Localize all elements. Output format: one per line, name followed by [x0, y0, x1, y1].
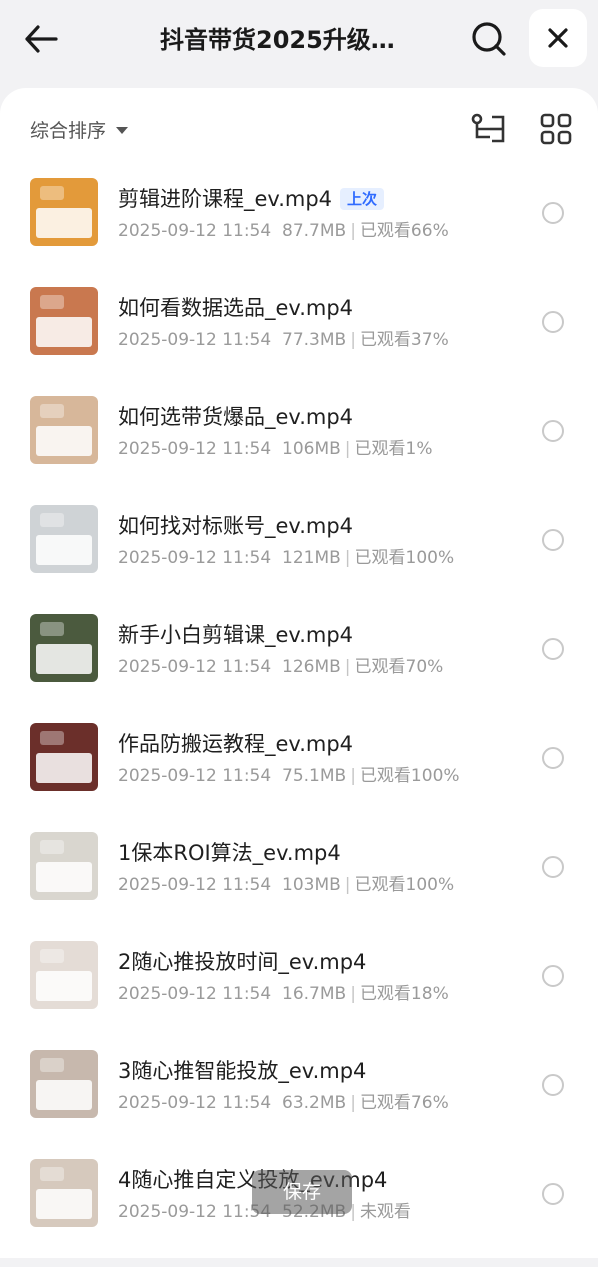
file-list-panel: 综合排序 剪辑进阶课程_ev.mp4 上次 2025-09-12 11:54 8…: [0, 88, 598, 1258]
file-date: 2025-09-12 11:54: [118, 984, 272, 1004]
back-button[interactable]: [20, 18, 62, 60]
watch-status: 已观看100%: [354, 548, 455, 568]
sort-label: 综合排序: [30, 119, 107, 142]
list-item[interactable]: 如何选带货爆品_ev.mp4 2025-09-12 11:54 106MB | 已观…: [0, 396, 598, 504]
file-size: 75.1MB: [282, 766, 347, 786]
grid-view-button[interactable]: [540, 112, 572, 146]
top-bar: 抖音带货2025升级…: [0, 0, 598, 84]
file-meta: 2025-09-12 11:54 75.1MB | 已观看100%: [118, 766, 460, 786]
search-button[interactable]: [468, 18, 510, 60]
file-size: 87.7MB: [282, 221, 347, 241]
video-thumbnail: [30, 723, 98, 791]
file-meta: 2025-09-12 11:54 77.3MB | 已观看37%: [118, 330, 449, 350]
sort-dropdown[interactable]: 综合排序: [30, 114, 129, 144]
grid-view-icon: [540, 113, 572, 145]
select-radio[interactable]: [542, 1074, 564, 1096]
file-meta: 2025-09-12 11:54 121MB | 已观看100%: [118, 548, 455, 568]
watch-status: 已观看18%: [359, 984, 449, 1004]
list-item[interactable]: 2随心推投放时间_ev.mp4 2025-09-12 11:54 16.7MB |…: [0, 941, 598, 1049]
file-date: 2025-09-12 11:54: [118, 439, 272, 459]
arrow-left-icon: [25, 25, 58, 53]
file-meta: 2025-09-12 11:54 106MB | 已观看1%: [118, 439, 433, 459]
file-name: 新手小白剪辑课_ev.mp4: [118, 623, 354, 647]
select-radio[interactable]: [542, 420, 564, 442]
select-radio[interactable]: [542, 638, 564, 660]
tree-view-icon: [471, 113, 505, 143]
file-meta: 2025-09-12 11:54 103MB | 已观看100%: [118, 875, 455, 895]
video-thumbnail: [30, 396, 98, 464]
watch-status: 已观看1%: [354, 439, 433, 459]
tree-view-button[interactable]: [470, 112, 506, 146]
video-thumbnail: [30, 941, 98, 1009]
file-meta: 2025-09-12 11:54 87.7MB | 已观看66%: [118, 221, 449, 241]
file-size: 103MB: [282, 875, 341, 895]
video-thumbnail: [30, 614, 98, 682]
select-radio[interactable]: [542, 202, 564, 224]
video-thumbnail: [30, 287, 98, 355]
list-item[interactable]: 剪辑进阶课程_ev.mp4 上次 2025-09-12 11:54 87.7MB…: [0, 178, 598, 286]
file-date: 2025-09-12 11:54: [118, 221, 272, 241]
list-item[interactable]: 1保本ROI算法_ev.mp4 2025-09-12 11:54 103MB | 已…: [0, 832, 598, 940]
file-name: 1保本ROI算法_ev.mp4: [118, 841, 341, 865]
file-size: 106MB: [282, 439, 341, 459]
file-meta: 2025-09-12 11:54 16.7MB | 已观看18%: [118, 984, 449, 1004]
list-item[interactable]: 作品防搬运教程_ev.mp4 2025-09-12 11:54 75.1MB | 已…: [0, 723, 598, 831]
file-size: 16.7MB: [282, 984, 347, 1004]
file-date: 2025-09-12 11:54: [118, 1202, 272, 1222]
file-name: 3随心推智能投放_ev.mp4: [118, 1059, 367, 1083]
list-item[interactable]: 如何找对标账号_ev.mp4 2025-09-12 11:54 121MB | 已观…: [0, 505, 598, 613]
file-size: 126MB: [282, 657, 341, 677]
file-date: 2025-09-12 11:54: [118, 875, 272, 895]
file-name: 2随心推投放时间_ev.mp4: [118, 950, 367, 974]
watch-status: 已观看66%: [359, 221, 449, 241]
file-name: 如何找对标账号_ev.mp4: [118, 514, 354, 538]
list-item[interactable]: 如何看数据选品_ev.mp4 2025-09-12 11:54 77.3MB | 已…: [0, 287, 598, 395]
save-button[interactable]: 保存: [252, 1170, 352, 1214]
select-radio[interactable]: [542, 965, 564, 987]
select-radio[interactable]: [542, 856, 564, 878]
file-date: 2025-09-12 11:54: [118, 330, 272, 350]
video-thumbnail: [30, 832, 98, 900]
file-name: 如何选带货爆品_ev.mp4: [118, 405, 354, 429]
watch-status: 已观看100%: [359, 766, 460, 786]
watch-status: 已观看70%: [354, 657, 444, 677]
search-icon: [472, 22, 506, 56]
file-meta: 2025-09-12 11:54 63.2MB | 已观看76%: [118, 1093, 449, 1113]
close-button[interactable]: [529, 9, 587, 67]
close-icon: [548, 28, 568, 48]
select-radio[interactable]: [542, 747, 564, 769]
page-title: 抖音带货2025升级…: [160, 26, 395, 54]
list-item[interactable]: 3随心推智能投放_ev.mp4 2025-09-12 11:54 63.2MB |…: [0, 1050, 598, 1158]
file-name: 作品防搬运教程_ev.mp4: [118, 732, 354, 756]
file-date: 2025-09-12 11:54: [118, 766, 272, 786]
select-radio[interactable]: [542, 529, 564, 551]
watch-status: 已观看100%: [354, 875, 455, 895]
caret-down-icon: [116, 126, 129, 134]
video-thumbnail: [30, 505, 98, 573]
video-thumbnail: [30, 1159, 98, 1227]
file-date: 2025-09-12 11:54: [118, 548, 272, 568]
file-size: 121MB: [282, 548, 341, 568]
video-thumbnail: [30, 1050, 98, 1118]
watch-status: 未观看: [359, 1202, 411, 1222]
file-name: 如何看数据选品_ev.mp4: [118, 296, 354, 320]
file-size: 77.3MB: [282, 330, 347, 350]
file-meta: 2025-09-12 11:54 126MB | 已观看70%: [118, 657, 444, 677]
select-radio[interactable]: [542, 311, 564, 333]
select-radio[interactable]: [542, 1183, 564, 1205]
list-item[interactable]: 新手小白剪辑课_ev.mp4 2025-09-12 11:54 126MB | 已观…: [0, 614, 598, 722]
last-viewed-badge: 上次: [340, 188, 385, 210]
video-thumbnail: [30, 178, 98, 246]
file-name: 剪辑进阶课程_ev.mp4 上次: [118, 184, 385, 214]
watch-status: 已观看37%: [359, 330, 449, 350]
file-size: 63.2MB: [282, 1093, 347, 1113]
file-date: 2025-09-12 11:54: [118, 1093, 272, 1113]
watch-status: 已观看76%: [359, 1093, 449, 1113]
file-date: 2025-09-12 11:54: [118, 657, 272, 677]
